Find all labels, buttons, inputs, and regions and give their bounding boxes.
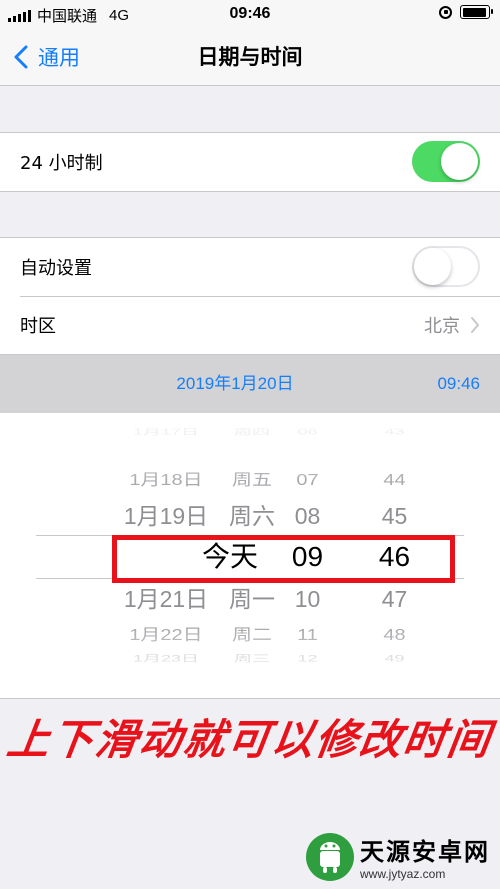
picker-row[interactable]: 1月17日 周四 06 43 xyxy=(0,423,500,440)
auto-set-row: 自动设置 xyxy=(0,238,500,296)
picker-row[interactable]: 1月23日 周三 12 49 xyxy=(0,649,500,668)
selected-time: 09:46 xyxy=(437,374,480,393)
auto-set-toggle[interactable] xyxy=(412,246,480,287)
picker-weekday: 周六 xyxy=(229,503,275,529)
auto-set-label: 自动设置 xyxy=(20,258,92,279)
toggle-knob xyxy=(441,143,478,180)
picker-hour: 06 xyxy=(297,427,318,437)
hour24-group: 24 小时制 xyxy=(0,132,500,192)
picker-row[interactable]: 1月19日 周六 08 45 xyxy=(0,497,500,535)
picker-weekday: 周一 xyxy=(229,586,275,612)
back-button[interactable]: 通用 xyxy=(10,28,80,86)
chevron-left-icon xyxy=(14,45,28,69)
picker-date: 1月22日 xyxy=(129,626,203,644)
picker-date: 1月19日 xyxy=(123,503,209,529)
picker-minute: 44 xyxy=(383,471,406,489)
timezone-label: 时区 xyxy=(20,316,56,337)
battery-icon xyxy=(460,5,493,19)
picker-row[interactable]: 1月21日 周一 10 47 xyxy=(0,580,500,618)
picker-row-selected[interactable]: 今天 09 46 xyxy=(0,537,500,577)
android-logo-icon xyxy=(306,832,354,881)
nav-bar: 通用 日期与时间 xyxy=(0,28,500,86)
picker-minute: 45 xyxy=(381,503,408,529)
picker-minute: 43 xyxy=(384,427,405,437)
selected-date: 2019年1月20日 xyxy=(176,374,294,393)
picker-divider-bottom xyxy=(36,578,464,579)
picker-row[interactable]: 1月18日 周五 07 44 xyxy=(0,465,500,495)
chevron-right-icon xyxy=(471,317,479,333)
timezone-value: 北京 xyxy=(424,316,460,337)
picker-hour: 12 xyxy=(297,653,318,664)
picker-today: 今天 xyxy=(201,541,258,572)
selected-datetime-bar[interactable]: 2019年1月20日 09:46 xyxy=(0,355,500,413)
picker-hour: 09 xyxy=(291,541,324,572)
instruction-text: 上下滑动就可以修改时间 xyxy=(4,715,496,764)
status-time: 09:46 xyxy=(229,5,271,22)
status-bar: 中国联通 4G 09:46 xyxy=(0,0,500,28)
picker-weekday: 周三 xyxy=(234,653,270,664)
picker-minute: 48 xyxy=(383,626,406,644)
picker-weekday: 周二 xyxy=(232,626,272,644)
picker-hour: 08 xyxy=(294,503,321,529)
picker-date: 1月18日 xyxy=(129,471,203,489)
picker-weekday: 周五 xyxy=(232,471,272,489)
picker-hour: 11 xyxy=(297,626,318,644)
battery-fill xyxy=(462,7,487,17)
picker-minute: 47 xyxy=(381,586,408,612)
picker-date: 1月23日 xyxy=(132,653,200,664)
hour24-label: 24 小时制 xyxy=(20,153,103,174)
picker-date: 1月21日 xyxy=(123,586,209,612)
rotation-lock-icon xyxy=(439,5,452,19)
picker-date: 1月17日 xyxy=(132,427,200,437)
picker-weekday: 周四 xyxy=(234,427,270,437)
picker-hour: 07 xyxy=(296,471,319,489)
watermark: 天源安卓网 www.jytyaz.com xyxy=(306,832,490,881)
picker-minute: 49 xyxy=(384,653,405,664)
picker-row[interactable]: 1月22日 周二 11 48 xyxy=(0,620,500,650)
toggle-knob xyxy=(414,248,451,285)
watermark-title: 天源安卓网 xyxy=(360,838,490,866)
picker-hour: 10 xyxy=(294,586,321,612)
timezone-row[interactable]: 时区 北京 xyxy=(0,296,500,354)
datetime-picker[interactable]: 1月17日 周四 06 43 1月18日 周五 07 44 1月19日 周六 0… xyxy=(0,413,500,699)
picker-divider-top xyxy=(36,535,464,536)
hour24-row: 24 小时制 xyxy=(0,133,500,191)
picker-minute: 46 xyxy=(378,541,411,572)
hour24-toggle[interactable] xyxy=(412,141,480,182)
watermark-url: www.jytyaz.com xyxy=(360,867,446,881)
back-label: 通用 xyxy=(38,46,80,70)
auto-group: 自动设置 时区 北京 xyxy=(0,237,500,355)
